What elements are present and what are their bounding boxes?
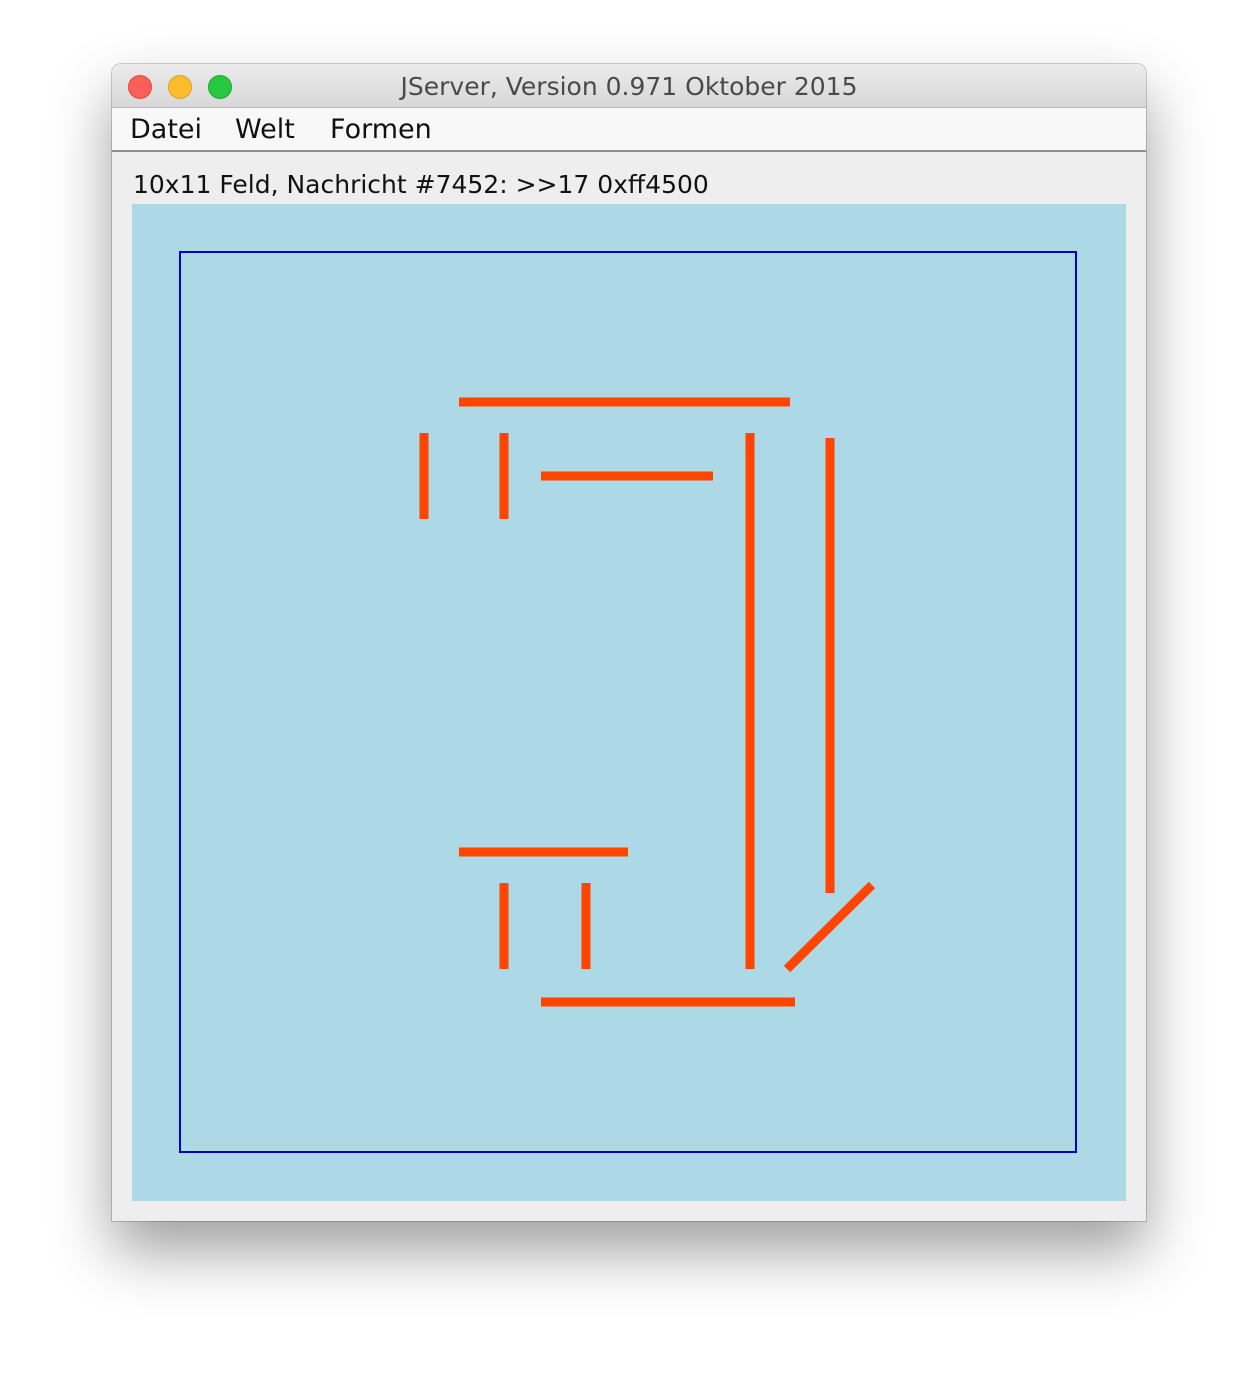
- canvas-svg: [179, 251, 1077, 1153]
- menu-datei[interactable]: Datei: [130, 108, 202, 150]
- drawing-canvas[interactable]: [132, 204, 1126, 1201]
- shape-group: [419, 397, 876, 1007]
- status-message: 10x11 Feld, Nachricht #7452: >>17 0xff45…: [133, 170, 709, 199]
- menu-formen[interactable]: Formen: [330, 108, 432, 150]
- window-title: JServer, Version 0.971 Oktober 2015: [400, 72, 858, 101]
- title-bar[interactable]: JServer, Version 0.971 Oktober 2015: [112, 64, 1146, 108]
- line-diagonal: [783, 881, 876, 973]
- menu-bar: Datei Welt Formen: [112, 108, 1146, 152]
- menu-welt[interactable]: Welt: [235, 108, 295, 150]
- app-window: JServer, Version 0.971 Oktober 2015 Date…: [112, 64, 1146, 1221]
- field-border: [179, 251, 1077, 1153]
